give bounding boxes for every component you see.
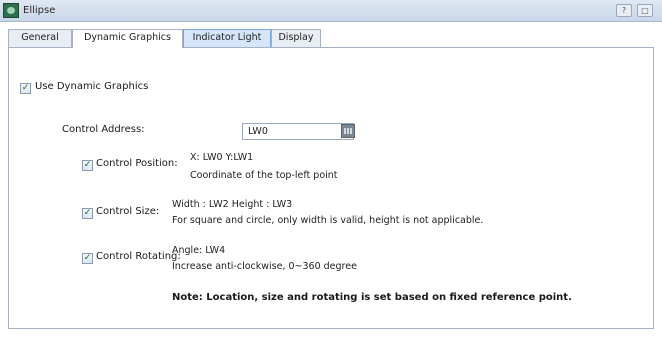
window-titlebar: Ellipse ? □ xyxy=(0,0,662,22)
size-description: For square and circle, only width is val… xyxy=(172,215,484,226)
control-size-checkbox[interactable]: ✓ xyxy=(82,208,93,219)
control-rotating-label: Control Rotating: xyxy=(96,251,181,262)
ellipse-app-icon xyxy=(3,3,19,18)
reference-point-note: Note: Location, size and rotating is set… xyxy=(172,292,572,303)
size-address-text: Width : LW2 Height : LW3 xyxy=(172,199,293,210)
control-address-value: LW0 xyxy=(248,126,268,137)
address-picker-icon[interactable] xyxy=(341,124,355,138)
use-dynamic-graphics-checkbox[interactable]: ✓ xyxy=(20,83,31,94)
control-address-label: Control Address: xyxy=(62,124,145,135)
help-button[interactable]: ? xyxy=(616,4,632,17)
control-rotating-checkbox[interactable]: ✓ xyxy=(82,253,93,264)
tab-general[interactable]: General xyxy=(8,29,72,47)
use-dynamic-graphics-label: Use Dynamic Graphics xyxy=(35,81,149,92)
control-size-label: Control Size: xyxy=(96,206,160,217)
tab-display[interactable]: Display xyxy=(271,29,321,47)
rotating-description: Increase anti-clockwise, 0~360 degree xyxy=(172,261,357,272)
tab-dynamic-graphics[interactable]: Dynamic Graphics xyxy=(72,29,183,48)
control-position-checkbox[interactable]: ✓ xyxy=(82,160,93,171)
rotating-address-text: Angle: LW4 xyxy=(172,245,226,256)
window-title: Ellipse xyxy=(23,5,56,16)
maximize-button[interactable]: □ xyxy=(637,4,653,17)
position-address-text: X: LW0 Y:LW1 xyxy=(190,152,254,163)
tab-indicator-light[interactable]: Indicator Light xyxy=(183,29,271,47)
position-description: Coordinate of the top-left point xyxy=(190,170,338,181)
control-address-input[interactable]: LW0 xyxy=(242,123,354,140)
control-position-label: Control Position: xyxy=(96,158,178,169)
